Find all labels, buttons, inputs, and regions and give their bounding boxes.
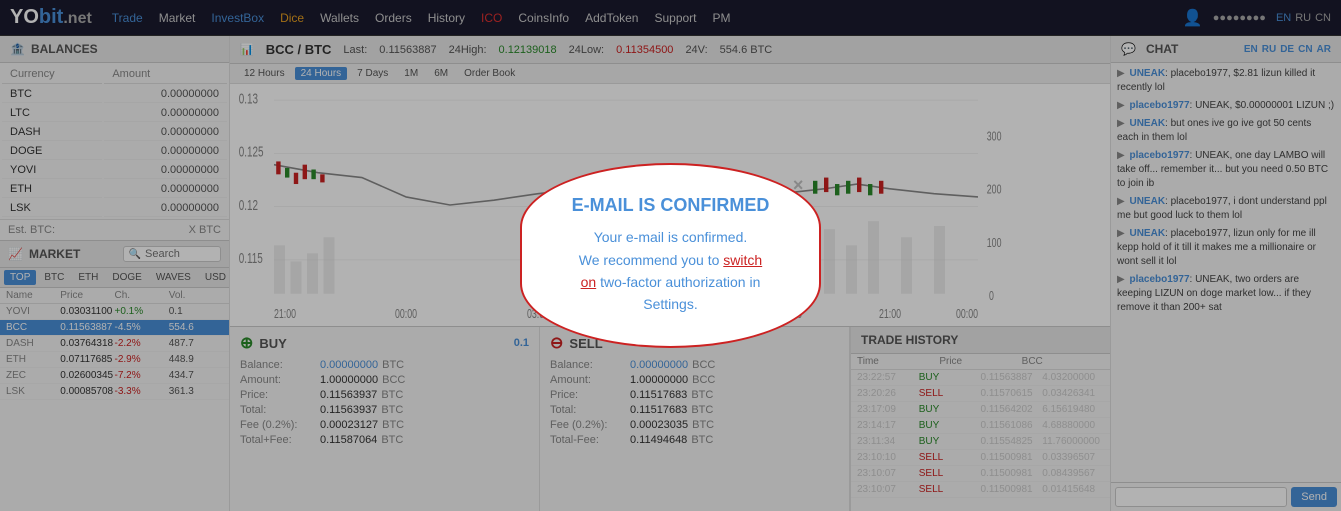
modal-box: × E-MAIL IS CONFIRMED Your e-mail is con… bbox=[520, 163, 822, 348]
modal-body-line4: Settings. bbox=[643, 296, 697, 312]
modal-body-line2: We recommend you to bbox=[579, 252, 720, 268]
modal-body-line1: Your e-mail is confirmed. bbox=[594, 229, 748, 245]
modal-title: E-MAIL IS CONFIRMED bbox=[572, 195, 770, 216]
modal-close-button[interactable]: × bbox=[793, 175, 804, 196]
modal-overlay: × E-MAIL IS CONFIRMED Your e-mail is con… bbox=[0, 0, 1341, 511]
modal-body: Your e-mail is confirmed. We recommend y… bbox=[572, 226, 770, 316]
modal-body-line3: two-factor authorization in bbox=[600, 274, 760, 290]
